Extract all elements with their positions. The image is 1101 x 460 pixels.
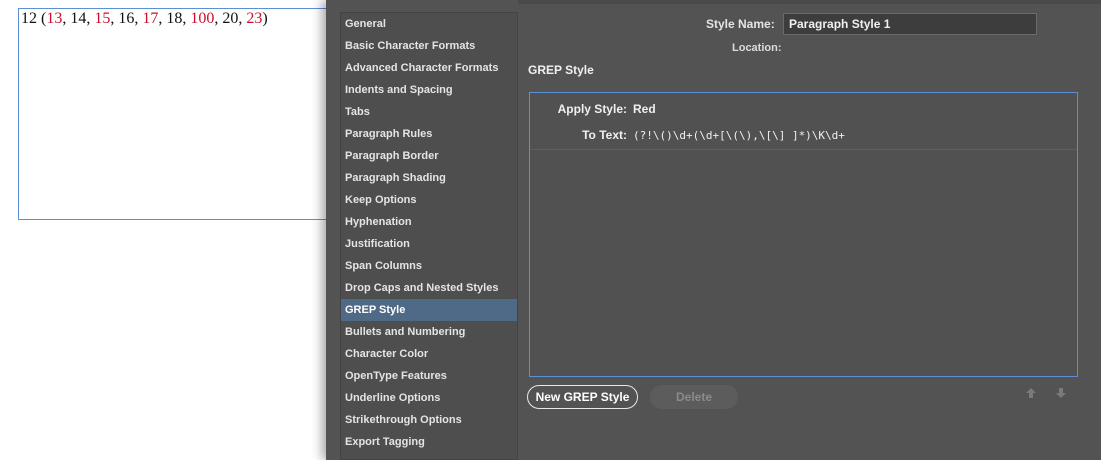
sidebar-item-advanced-character-formats[interactable]: Advanced Character Formats	[341, 57, 517, 79]
apply-style-row: Apply Style: Red	[530, 102, 656, 116]
style-name-input[interactable]: Paragraph Style 1	[783, 13, 1037, 35]
arrow-down-icon[interactable]	[1055, 387, 1067, 399]
section-title: GREP Style	[528, 63, 594, 77]
red-number: 13	[46, 10, 63, 27]
text-run: , 18,	[158, 10, 191, 27]
text-run: , 14,	[62, 10, 95, 27]
text-run: , 16,	[110, 10, 143, 27]
grep-style-list[interactable]: Apply Style: Red To Text: (?!\()\d+(\d+[\(…	[529, 92, 1078, 377]
sidebar-item-justification[interactable]: Justification	[341, 233, 517, 255]
to-text-label: To Text:	[582, 128, 627, 142]
arrow-up-icon[interactable]	[1025, 387, 1037, 399]
text-run: )	[262, 10, 268, 27]
new-grep-style-button[interactable]: New GREP Style	[527, 385, 638, 409]
sidebar-item-hyphenation[interactable]: Hyphenation	[341, 211, 517, 233]
sidebar-item-tabs[interactable]: Tabs	[341, 101, 517, 123]
document-canvas: 12 (13, 14, 15, 16, 17, 18, 100, 20, 23)	[0, 0, 338, 460]
apply-style-value[interactable]: Red	[633, 102, 656, 116]
sidebar-item-span-columns[interactable]: Span Columns	[341, 255, 517, 277]
text-run: 12 (	[21, 10, 47, 27]
sidebar-item-underline-options[interactable]: Underline Options	[341, 387, 517, 409]
location-label: Location:	[732, 42, 782, 54]
sidebar-item-opentype-features[interactable]: OpenType Features	[341, 365, 517, 387]
sidebar-item-paragraph-shading[interactable]: Paragraph Shading	[341, 167, 517, 189]
paragraph-style-options-dialog: General Basic Character Formats Advanced C…	[326, 0, 1101, 460]
sidebar-item-bullets-and-numbering[interactable]: Bullets and Numbering	[341, 321, 517, 343]
sidebar: General Basic Character Formats Advanced C…	[340, 12, 518, 460]
delete-button[interactable]: Delete	[650, 385, 738, 409]
sidebar-item-character-color[interactable]: Character Color	[341, 343, 517, 365]
sidebar-item-paragraph-rules[interactable]: Paragraph Rules	[341, 123, 517, 145]
dialog-top-bar	[518, 0, 1101, 4]
text-run: , 20,	[214, 10, 247, 27]
sidebar-item-indents-and-spacing[interactable]: Indents and Spacing	[341, 79, 517, 101]
sidebar-item-export-tagging[interactable]: Export Tagging	[341, 431, 517, 453]
sidebar-item-drop-caps-and-nested-styles[interactable]: Drop Caps and Nested Styles	[341, 277, 517, 299]
text-frame[interactable]: 12 (13, 14, 15, 16, 17, 18, 100, 20, 23)	[18, 8, 338, 220]
red-number: 15	[94, 10, 111, 27]
apply-style-label: Apply Style:	[557, 102, 627, 116]
sidebar-item-general[interactable]: General	[341, 13, 517, 35]
frame-text: 12 (13, 14, 15, 16, 17, 18, 100, 20, 23)	[21, 10, 268, 28]
style-name-label: Style Name:	[706, 17, 775, 31]
to-text-value[interactable]: (?!\()\d+(\d+[\(\),\[\] ]*)\K\d+	[633, 129, 845, 142]
red-number: 100	[190, 10, 215, 27]
sidebar-item-paragraph-border[interactable]: Paragraph Border	[341, 145, 517, 167]
to-text-row: To Text: (?!\()\d+(\d+[\(\),\[\] ]*)\K\d+	[530, 128, 845, 142]
red-number: 23	[246, 10, 263, 27]
sidebar-item-keep-options[interactable]: Keep Options	[341, 189, 517, 211]
sidebar-item-basic-character-formats[interactable]: Basic Character Formats	[341, 35, 517, 57]
red-number: 17	[142, 10, 159, 27]
sidebar-item-grep-style[interactable]: GREP Style	[341, 299, 517, 321]
sidebar-item-strikethrough-options[interactable]: Strikethrough Options	[341, 409, 517, 431]
grep-style-entry[interactable]: Apply Style: Red To Text: (?!\()\d+(\d+[\(…	[530, 93, 1077, 150]
